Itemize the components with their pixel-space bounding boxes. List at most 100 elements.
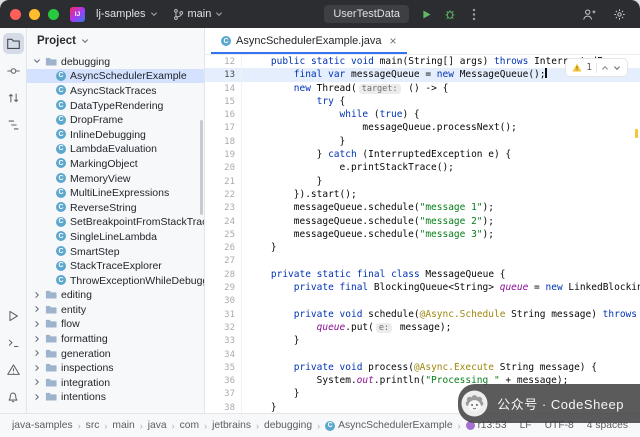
gutter-line-number[interactable]: 19 (205, 148, 235, 161)
tree-item-flow[interactable]: flow (27, 317, 204, 332)
gutter-line-number[interactable]: 14 (205, 82, 235, 95)
tree-item-inspections[interactable]: inspections (27, 360, 204, 375)
tree-item-formatting[interactable]: formatting (27, 331, 204, 346)
tree-item-dropframe[interactable]: DropFrame (27, 112, 204, 127)
tree-item-memoryview[interactable]: MemoryView (27, 171, 204, 186)
tree-item-reversestring[interactable]: ReverseString (27, 200, 204, 215)
tree-item-markingobject[interactable]: MarkingObject (27, 156, 204, 171)
code-line-34[interactable]: 34 (205, 348, 640, 361)
project-selector[interactable]: lj-samples (92, 6, 162, 22)
inspections-widget[interactable]: 1 (565, 58, 628, 78)
tool-stripe-project-button[interactable] (2, 33, 24, 54)
code-line-18[interactable]: 18 } (205, 135, 640, 148)
breadcrumb-item-jetbrains[interactable]: jetbrains (212, 420, 251, 431)
code-line-19[interactable]: 19 } catch (InterruptedException e) { (205, 148, 640, 161)
gutter-line-number[interactable]: 12 (205, 55, 235, 68)
code-line-23[interactable]: 23 messageQueue.schedule("message 1"); (205, 201, 640, 214)
tree-item-intentions[interactable]: intentions (27, 390, 204, 405)
tree-item-stacktraceexplorer[interactable]: StackTraceExplorer (27, 258, 204, 273)
tree-item-datatyperendering[interactable]: DataTypeRendering (27, 98, 204, 113)
breadcrumb-item-debugging[interactable]: debugging (264, 420, 312, 431)
prev-problem-button[interactable] (601, 64, 609, 72)
gutter-line-number[interactable]: 35 (205, 361, 235, 374)
branch-selector[interactable]: main (169, 6, 228, 23)
gutter-line-number[interactable]: 34 (205, 348, 235, 361)
gutter-line-number[interactable]: 15 (205, 95, 235, 108)
breadcrumb-item-src[interactable]: src (86, 420, 100, 431)
breadcrumb-item-main[interactable]: main (112, 420, 134, 431)
close-tab-icon[interactable]: × (390, 34, 397, 48)
run-button[interactable] (417, 5, 435, 23)
project-view-selector[interactable]: Project (27, 28, 204, 54)
next-problem-button[interactable] (613, 64, 621, 72)
tree-item-setbreakpointfromstacktrace[interactable]: SetBreakpointFromStackTrace (27, 215, 204, 230)
tool-stripe-run-button[interactable] (3, 305, 24, 326)
tool-stripe-pull-requests-button[interactable] (3, 87, 24, 108)
tool-stripe-terminal-button[interactable] (3, 332, 24, 353)
tree-item-editing[interactable]: editing (27, 288, 204, 303)
gutter-line-number[interactable]: 25 (205, 228, 235, 241)
gutter-line-number[interactable]: 21 (205, 175, 235, 188)
gutter-line-number[interactable]: 36 (205, 374, 235, 387)
tool-stripe-structure-button[interactable] (3, 114, 24, 135)
code-line-31[interactable]: 31 private void schedule(@Async.Schedule… (205, 308, 640, 321)
run-configuration-selector[interactable]: UserTestData (324, 5, 409, 23)
code-line-22[interactable]: 22 }).start(); (205, 188, 640, 201)
tree-item-entity[interactable]: entity (27, 302, 204, 317)
gutter-line-number[interactable]: 30 (205, 294, 235, 307)
breadcrumb-item-asyncschedulerexample[interactable]: AsyncSchedulerExample (325, 420, 453, 431)
gutter-line-number[interactable]: 31 (205, 308, 235, 321)
gutter-line-number[interactable]: 33 (205, 334, 235, 347)
gutter-line-number[interactable]: 20 (205, 161, 235, 174)
close-window-button[interactable] (10, 8, 21, 20)
code-line-35[interactable]: 35 private void process(@Async.Execute S… (205, 361, 640, 374)
code-line-33[interactable]: 33 } (205, 334, 640, 347)
gutter-line-number[interactable]: 37 (205, 387, 235, 400)
settings-button[interactable] (610, 5, 628, 23)
tree-item-generation[interactable]: generation (27, 346, 204, 361)
gutter-line-number[interactable]: 22 (205, 188, 235, 201)
tree-item-inlinedebugging[interactable]: InlineDebugging (27, 127, 204, 142)
gutter-line-number[interactable]: 27 (205, 254, 235, 267)
code-line-17[interactable]: 17 messageQueue.processNext(); (205, 121, 640, 134)
gutter-line-number[interactable]: 28 (205, 268, 235, 281)
tree-item-multilineexpressions[interactable]: MultiLineExpressions (27, 185, 204, 200)
tree-item-debugging[interactable]: debugging (27, 54, 204, 69)
code-line-21[interactable]: 21 } (205, 175, 640, 188)
tree-item-lambdaevaluation[interactable]: LambdaEvaluation (27, 142, 204, 157)
more-run-actions-button[interactable] (465, 5, 483, 23)
tree-item-throwexceptionwhiledebugging[interactable]: ThrowExceptionWhileDebugging (27, 273, 204, 288)
gutter-line-number[interactable]: 32 (205, 321, 235, 334)
gutter-line-number[interactable]: 24 (205, 215, 235, 228)
code-line-24[interactable]: 24 messageQueue.schedule("message 2"); (205, 215, 640, 228)
tree-item-asyncschedulerexample[interactable]: AsyncSchedulerExample (27, 68, 204, 84)
tree-item-asyncstacktraces[interactable]: AsyncStackTraces (27, 83, 204, 98)
code-line-16[interactable]: 16 while (true) { (205, 108, 640, 121)
editor-tab-asyncschedulerexample[interactable]: AsyncSchedulerExample.java × (211, 28, 407, 54)
warning-stripe-mark[interactable] (635, 129, 638, 138)
code-line-29[interactable]: 29 private final BlockingQueue<String> q… (205, 281, 640, 294)
minimize-window-button[interactable] (29, 8, 40, 20)
tool-stripe-notifications-button[interactable] (3, 386, 24, 407)
tool-stripe-problems-button[interactable] (3, 359, 24, 380)
gutter-line-number[interactable]: 17 (205, 121, 235, 134)
breadcrumb-item-com[interactable]: com (180, 420, 199, 431)
gutter-line-number[interactable]: 29 (205, 281, 235, 294)
breadcrumb-item-java-samples[interactable]: java-samples (12, 420, 73, 431)
code-line-28[interactable]: 28 private static final class MessageQue… (205, 268, 640, 281)
code-line-20[interactable]: 20 e.printStackTrace(); (205, 161, 640, 174)
code-line-27[interactable]: 27 (205, 254, 640, 267)
gutter-line-number[interactable]: 23 (205, 201, 235, 214)
gutter-line-number[interactable]: 13 (205, 68, 235, 81)
code-line-14[interactable]: 14 new Thread(target: () -> { (205, 82, 640, 95)
project-tree-scrollbar[interactable] (200, 120, 203, 215)
gutter-line-number[interactable]: 38 (205, 401, 235, 413)
code-line-32[interactable]: 32 queue.put(e: message); (205, 321, 640, 334)
code-editor[interactable]: 12 public static void main(String[] args… (205, 55, 640, 413)
tree-item-smartstep[interactable]: SmartStep (27, 244, 204, 259)
debug-button[interactable] (441, 5, 459, 23)
tree-item-singlelinelambda[interactable]: SingleLineLambda (27, 229, 204, 244)
gutter-line-number[interactable]: 26 (205, 241, 235, 254)
code-with-me-button[interactable] (580, 5, 598, 23)
zoom-window-button[interactable] (48, 8, 59, 20)
